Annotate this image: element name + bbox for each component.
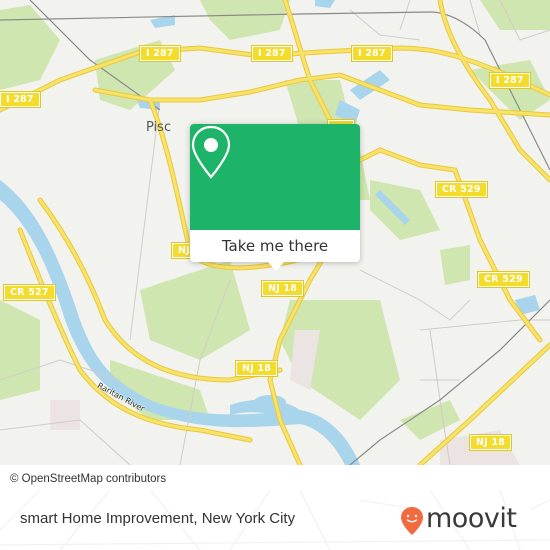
road-shield-i287: I 287 xyxy=(139,45,181,62)
road-shield-cr527: CR 527 xyxy=(3,284,56,301)
moovit-pin-icon xyxy=(401,507,423,535)
road-shield-cr529: CR 529 xyxy=(435,181,488,198)
road-shield-i287: I 287 xyxy=(251,45,293,62)
footer-bar: smart Home Improvement, New York City mo… xyxy=(0,490,550,550)
road-shield-i287: I 287 xyxy=(351,45,393,62)
road-shield-i287: I 287 xyxy=(0,91,41,108)
take-me-there-button[interactable]: Take me there xyxy=(190,230,360,262)
map[interactable]: Pisc Raritan River I 287 I 287 I 287 I 2… xyxy=(0,0,550,465)
map-attribution[interactable]: © OpenStreetMap contributors xyxy=(0,467,175,491)
popup-pointer xyxy=(268,262,284,271)
moovit-logo[interactable]: moovit xyxy=(400,502,530,538)
place-name: smart Home Improvement, New York City xyxy=(20,510,296,527)
road-shield-nj18: NJ 18 xyxy=(260,280,305,297)
road-shield-nj18: NJ 18 xyxy=(234,360,279,377)
moovit-wordmark: moovit xyxy=(426,503,517,534)
road-shield-nj27: NJ 18 xyxy=(468,434,513,451)
road-shield-cr529: CR 529 xyxy=(477,271,530,288)
popup-header xyxy=(190,124,360,230)
location-pin-icon xyxy=(191,125,231,179)
place-label-piscataway: Pisc xyxy=(146,120,172,135)
road-shield-i287: I 287 xyxy=(489,72,531,89)
destination-popup: Take me there xyxy=(190,124,360,271)
